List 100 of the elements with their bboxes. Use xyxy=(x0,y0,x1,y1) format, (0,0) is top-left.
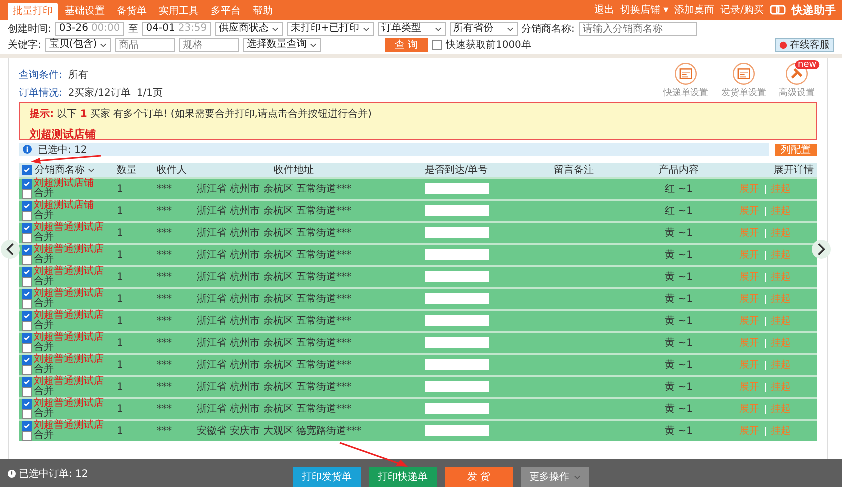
nav-tab[interactable]: 备货单 xyxy=(112,3,152,20)
table-cell: 黄 ~1 xyxy=(665,250,693,261)
checkbox[interactable] xyxy=(22,377,32,387)
distributor-field[interactable]: 请输入分销商名称 xyxy=(578,22,697,36)
new-badge: new xyxy=(796,60,820,70)
checkbox[interactable] xyxy=(432,40,442,50)
header-link[interactable]: 添加桌面 xyxy=(674,3,715,17)
checkbox[interactable] xyxy=(22,245,32,255)
tracking-field[interactable] xyxy=(424,270,488,282)
checkbox[interactable] xyxy=(22,277,32,287)
checkbox[interactable] xyxy=(22,233,32,243)
checkbox[interactable] xyxy=(22,211,32,221)
checkbox-label: 快速获取前1000单 xyxy=(446,38,532,52)
table-cell: 黄 ~1 xyxy=(665,272,693,283)
table-cell: 黄 ~1 xyxy=(665,338,693,349)
nav-tab[interactable]: 多平台 xyxy=(206,3,246,20)
dropdown[interactable]: 订单类型 xyxy=(378,22,446,36)
table-cell: *** xyxy=(157,316,172,326)
dropdown[interactable]: 选择数量查询 xyxy=(243,38,322,52)
table-cell: 浙江省 杭州市 余杭区 五常街道*** xyxy=(197,338,352,349)
checkbox[interactable] xyxy=(22,179,32,189)
table-cell: 1 xyxy=(117,360,124,370)
service-button[interactable]: 在线客服 xyxy=(775,38,834,52)
caret-icon xyxy=(434,26,442,32)
table-cell: 浙江省 杭州市 余杭区 五常街道*** xyxy=(197,382,352,393)
dropdown[interactable]: 宝贝(包含) xyxy=(45,38,112,52)
table-cell: 黄 ~1 xyxy=(665,404,693,415)
tracking-field[interactable] xyxy=(424,292,488,304)
end-date-field[interactable]: 04-01 23:59 xyxy=(142,22,212,36)
checkbox[interactable] xyxy=(22,189,32,199)
tracking-field[interactable] xyxy=(424,380,488,392)
table-cell: *** xyxy=(157,294,172,304)
nav-tab[interactable]: 帮助 xyxy=(248,3,278,20)
action-button[interactable]: 打印快递单 xyxy=(369,467,437,487)
tracking-field[interactable] xyxy=(424,314,488,326)
checkbox[interactable] xyxy=(22,343,32,353)
checkbox[interactable] xyxy=(22,399,32,409)
spec-field[interactable]: 规格 xyxy=(179,38,240,52)
checkbox[interactable] xyxy=(22,333,32,343)
tracking-field[interactable] xyxy=(424,358,488,370)
action-button[interactable]: 发 货 xyxy=(445,467,513,487)
nav-tab[interactable]: 批量打印 xyxy=(8,3,58,20)
column-config-button[interactable]: 列配置 xyxy=(775,144,817,156)
checkbox[interactable] xyxy=(22,223,32,233)
checkbox[interactable] xyxy=(22,311,32,321)
checkbox[interactable] xyxy=(22,387,32,397)
tracking-field[interactable] xyxy=(424,424,488,436)
table-cell: 1 xyxy=(117,250,124,260)
shop-name: 刘超测试店铺 xyxy=(30,127,97,142)
tracking-field[interactable] xyxy=(424,204,488,216)
next-icon[interactable] xyxy=(812,240,831,259)
action-button[interactable]: 打印发货单 xyxy=(293,467,361,487)
caret-icon xyxy=(100,42,108,48)
checkbox[interactable] xyxy=(22,201,32,211)
previous-icon[interactable] xyxy=(1,240,20,259)
form-icon[interactable] xyxy=(673,62,699,86)
column-header: 是否到达/单号 xyxy=(424,165,488,176)
nav-tab[interactable]: 基础设置 xyxy=(60,3,110,20)
checkbox[interactable] xyxy=(22,365,32,375)
table-cell: 浙江省 杭州市 余杭区 五常街道*** xyxy=(197,250,352,261)
field-label: 订单情况: xyxy=(19,86,62,100)
form-icon[interactable] xyxy=(731,62,757,86)
logo-text: 快递助手 xyxy=(792,2,836,18)
checkbox[interactable] xyxy=(22,355,32,365)
tracking-field[interactable] xyxy=(424,336,488,348)
table-cell: 红 ~1 xyxy=(665,184,693,195)
checkbox[interactable] xyxy=(22,289,32,299)
checkbox[interactable] xyxy=(22,431,32,441)
action-button[interactable]: 更多操作 xyxy=(521,467,589,487)
select-all-checkbox[interactable] xyxy=(22,165,32,175)
checkbox[interactable] xyxy=(22,299,32,309)
table-cell: 浙江省 杭州市 余杭区 五常街道*** xyxy=(197,206,352,217)
merge-label: 合并 xyxy=(34,409,54,419)
merge-label: 合并 xyxy=(34,431,54,441)
checkbox[interactable] xyxy=(22,255,32,265)
dropdown[interactable]: 供应商状态 xyxy=(215,22,284,36)
checkbox[interactable] xyxy=(22,321,32,331)
shop-name: 刘超普通测试店 xyxy=(34,333,104,343)
tracking-field[interactable] xyxy=(424,248,488,260)
checkbox[interactable] xyxy=(22,421,32,431)
checkbox[interactable] xyxy=(22,409,32,419)
caret-icon xyxy=(88,168,95,172)
header-link[interactable]: 记录/购买 xyxy=(720,3,764,17)
dropdown[interactable]: 未打印+已打印 xyxy=(287,22,374,36)
tracking-field[interactable] xyxy=(424,182,488,194)
goods-field[interactable]: 商品 xyxy=(115,38,176,52)
table-cell: 浙江省 杭州市 余杭区 五常街道*** xyxy=(197,404,352,415)
search-button[interactable]: 查 询 xyxy=(385,38,428,52)
tracking-field[interactable] xyxy=(424,402,488,414)
start-date-field[interactable]: 03-26 00:00 xyxy=(55,22,124,36)
nav-tab[interactable]: 实用工具 xyxy=(154,3,204,20)
header-link[interactable]: 退出 xyxy=(594,3,614,17)
checkbox[interactable] xyxy=(22,267,32,277)
tool-label: 快递单设置 xyxy=(664,87,708,100)
merge-label: 合并 xyxy=(34,233,54,243)
tracking-field[interactable] xyxy=(424,226,488,238)
caret-icon xyxy=(362,26,370,32)
header-link[interactable]: 切换店铺 ▾ xyxy=(620,3,669,17)
dropdown[interactable]: 所有省份 xyxy=(450,22,518,36)
table-cell: 黄 ~1 xyxy=(665,228,693,239)
